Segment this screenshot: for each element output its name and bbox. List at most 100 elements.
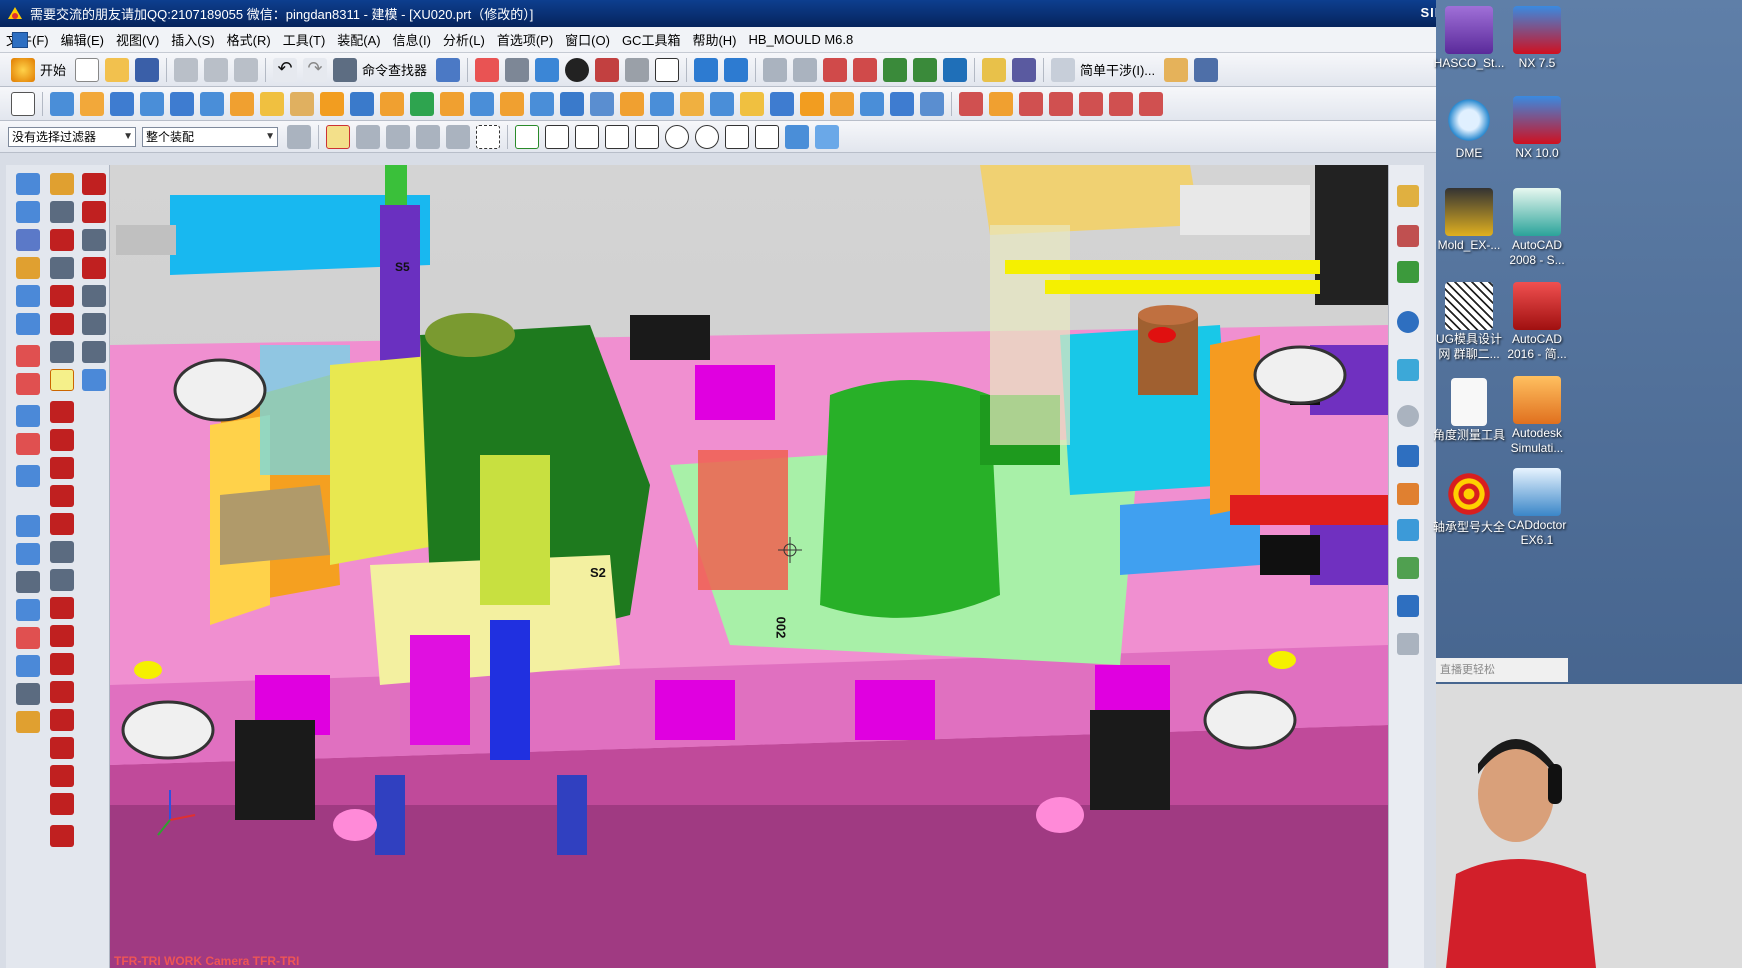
menu-view[interactable]: 视图(V) [110,30,165,49]
simple-interference-icon[interactable] [1051,57,1076,82]
ruler-icon[interactable] [1164,57,1189,82]
isoparametric-curve-icon[interactable] [50,485,74,507]
hyperbola-icon[interactable] [50,793,74,815]
select-feature-icon[interactable] [416,124,440,149]
assembly-constraint-icon[interactable] [724,57,749,82]
selection-filter-dropdown[interactable]: 没有选择过滤器 [8,126,136,147]
replace-face-icon[interactable] [710,91,734,116]
constraint-navigator-icon[interactable] [1397,225,1419,247]
command-finder-button[interactable]: 命令查找器 [362,60,427,79]
wireframe-cube-icon[interactable] [625,57,650,82]
offset-curve-icon[interactable] [50,313,74,335]
revolve-icon[interactable] [80,91,104,116]
select-body-icon[interactable] [386,124,410,149]
spline-icon[interactable] [50,229,74,251]
select-face-icon[interactable] [446,124,470,149]
process-studio-icon[interactable] [1397,483,1419,505]
shell-icon[interactable] [590,91,614,116]
part-navigator-icon[interactable] [1397,261,1419,283]
start-button[interactable]: 开始 [40,60,66,79]
desktop-icon-caddoctor[interactable]: CADdoctor EX6.1 [1492,468,1582,548]
copy-icon[interactable] [204,57,229,82]
polygon-icon[interactable] [50,257,74,279]
menu-information[interactable]: 信息(I) [387,30,437,49]
plane-icon[interactable] [16,313,40,335]
smooth-spline-icon[interactable] [50,653,74,675]
bom-icon[interactable] [1139,91,1163,116]
bounded-plane-icon[interactable] [16,465,40,487]
system-scene-icon[interactable] [1397,595,1419,617]
menu-hb-mould[interactable]: HB_MOULD M6.8 [743,32,860,47]
standard-part-icon[interactable] [989,91,1013,116]
section-curve-icon[interactable] [50,457,74,479]
helix-icon[interactable] [50,285,74,307]
parabola-icon[interactable] [50,765,74,787]
menu-edit[interactable]: 编辑(E) [55,30,110,49]
offset-region-icon[interactable] [800,91,824,116]
history-icon[interactable] [1397,405,1419,427]
desktop-icon-autodesk-sim[interactable]: Autodesk Simulati... [1492,376,1582,456]
divide-curve-icon[interactable] [50,569,74,591]
fit-view-icon[interactable] [475,57,500,82]
ejector-pin-icon[interactable] [1019,91,1043,116]
desktop-icon-autocad2008[interactable]: AutoCAD 2008 - S... [1492,188,1582,268]
text-curve-icon[interactable] [82,285,106,307]
through-curves-icon[interactable] [16,515,40,537]
datum-csys-icon[interactable] [16,229,40,251]
offset-surface-icon[interactable] [16,405,40,427]
reuse-library-icon[interactable] [1397,311,1419,333]
point-on-curve-icon[interactable] [755,124,779,149]
circle-icon[interactable] [50,709,74,731]
wcs-rotate-icon[interactable] [883,57,908,82]
slider-icon[interactable] [1049,91,1073,116]
extrude-icon[interactable] [50,91,74,116]
law-curve-icon[interactable] [82,313,106,335]
live-notification[interactable]: 直播更轻松 [1436,658,1568,682]
simple-interference-button[interactable]: 简单干涉(I)... [1080,60,1155,79]
menu-assembly[interactable]: 装配(A) [331,30,386,49]
open-folder-icon[interactable] [105,57,130,82]
rectangle-select-icon[interactable] [476,124,500,149]
menu-help[interactable]: 帮助(H) [686,30,742,49]
wcs-dynamic-icon[interactable] [913,57,938,82]
layer-visibility-icon[interactable] [793,57,818,82]
mirror-icon[interactable] [680,91,704,116]
assembly-scope-dropdown[interactable]: 整个装配 [142,126,278,147]
join-curve-icon[interactable] [50,625,74,647]
section-view-icon[interactable] [595,57,620,82]
patch-icon[interactable] [16,711,40,733]
system-materials-icon[interactable] [1397,445,1419,467]
sketch-icon[interactable] [11,91,35,116]
menu-preferences[interactable]: 首选项(P) [491,30,559,49]
line-icon[interactable] [50,173,74,195]
ruled-icon[interactable] [16,599,40,621]
arc-icon[interactable] [50,201,74,223]
wave-link-icon[interactable] [16,373,40,395]
quadrant-point-icon[interactable] [695,124,719,149]
csys-icon[interactable] [943,57,968,82]
section-tool-icon[interactable] [1194,57,1219,82]
menu-format[interactable]: 格式(R) [221,30,277,49]
wrap-curve-icon[interactable] [82,341,106,363]
pull-face-icon[interactable] [890,91,914,116]
move-face-icon[interactable] [740,91,764,116]
bounded-grid-icon[interactable] [815,124,839,149]
edge-blend-icon[interactable] [320,91,344,116]
point-icon[interactable] [16,257,40,279]
composite-curve-icon[interactable] [50,429,74,451]
edit-curve-icon[interactable] [50,541,74,563]
resize-blend-icon[interactable] [830,91,854,116]
undo-icon[interactable]: ↶ [273,57,298,82]
split-body-icon[interactable] [530,91,554,116]
control-point-icon[interactable] [605,124,629,149]
through-mesh-icon[interactable] [16,543,40,565]
menu-window[interactable]: 窗口(O) [559,30,616,49]
redo-icon[interactable]: ↷ [303,57,328,82]
extract-geometry-icon[interactable] [16,345,40,367]
new-file-icon[interactable] [75,57,100,82]
pocket-icon[interactable] [290,91,314,116]
desktop-icon-nx75[interactable]: NX 7.5 [1492,6,1582,71]
graphics-viewport[interactable]: S2 S5 002 TFR-TRI WORK Camera TFR-TRI [110,165,1388,968]
swept-icon[interactable] [16,571,40,593]
analysis-icon[interactable] [982,57,1007,82]
